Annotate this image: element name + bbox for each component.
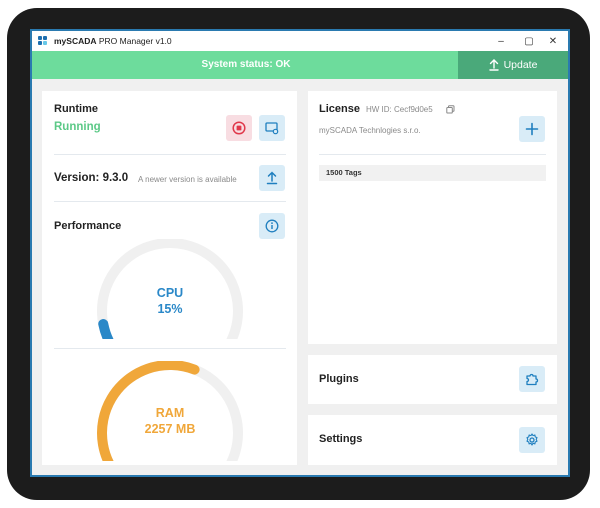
plus-icon — [525, 122, 539, 136]
info-icon — [265, 219, 279, 233]
settings-button[interactable] — [519, 427, 545, 453]
performance-info-button[interactable] — [259, 213, 285, 239]
upload-icon — [266, 171, 278, 185]
upload-icon — [488, 59, 499, 71]
license-card: License HW ID: Cecf9d0e5 mySCADA Technlo… — [308, 91, 557, 344]
version-note: A newer version is available — [138, 175, 237, 184]
app-logo-icon — [38, 36, 48, 46]
title-bar: mySCADA PRO Manager v1.0 – ▢ ✕ — [32, 31, 568, 51]
version-label: Version: 9.3.0 — [54, 172, 129, 184]
system-status: System status: OK — [201, 59, 291, 70]
update-button[interactable]: Update — [458, 51, 568, 79]
runtime-performance-card: Runtime Running Version: 9.3.0 A newer v… — [42, 91, 297, 465]
tags-badge: 1500 Tags — [319, 165, 546, 181]
runtime-state: Running — [54, 121, 101, 133]
cpu-name: CPU — [156, 286, 184, 300]
ram-value: 2257 MB — [144, 422, 196, 436]
minimize-button[interactable]: – — [490, 31, 512, 51]
cpu-gauge-fill — [98, 318, 114, 339]
company-name: mySCADA Technlogies s.r.o. — [319, 126, 421, 135]
maximize-button[interactable]: ▢ — [518, 31, 540, 51]
app-window: mySCADA PRO Manager v1.0 – ▢ ✕ System st… — [30, 29, 570, 477]
stop-icon — [232, 121, 246, 135]
stop-runtime-button[interactable] — [226, 115, 252, 141]
performance-label: Performance — [54, 220, 122, 232]
close-button[interactable]: ✕ — [542, 31, 564, 51]
ram-readout: RAM 2257 MB — [122, 405, 218, 437]
license-label: License — [319, 103, 360, 115]
divider — [319, 154, 546, 155]
app-title-rest: PRO Manager v1.0 — [96, 36, 172, 46]
hw-id: HW ID: Cecf9d0e5 — [366, 105, 433, 114]
ram-name: RAM — [155, 406, 185, 420]
runtime-label: Runtime — [54, 103, 98, 115]
puzzle-icon — [526, 373, 539, 386]
divider — [54, 348, 286, 349]
plugins-button[interactable] — [519, 366, 545, 392]
update-label: Update — [503, 59, 538, 71]
screen-settings-icon — [265, 122, 279, 135]
status-bar: System status: OK Update — [32, 51, 568, 79]
settings-card: Settings — [308, 415, 557, 465]
window-title: mySCADA PRO Manager v1.0 — [54, 36, 172, 46]
settings-label: Settings — [319, 433, 363, 445]
plugins-label: Plugins — [319, 373, 359, 385]
gear-icon — [526, 433, 538, 446]
divider — [54, 154, 286, 155]
cpu-value: 15% — [157, 302, 183, 316]
add-license-button[interactable] — [519, 116, 545, 142]
copy-icon[interactable] — [446, 105, 455, 114]
cpu-readout: CPU 15% — [122, 285, 218, 317]
runtime-config-button[interactable] — [259, 115, 285, 141]
plugins-card: Plugins — [308, 355, 557, 404]
upgrade-version-button[interactable] — [259, 165, 285, 191]
divider — [54, 201, 286, 202]
app-name: mySCADA — [54, 36, 97, 46]
